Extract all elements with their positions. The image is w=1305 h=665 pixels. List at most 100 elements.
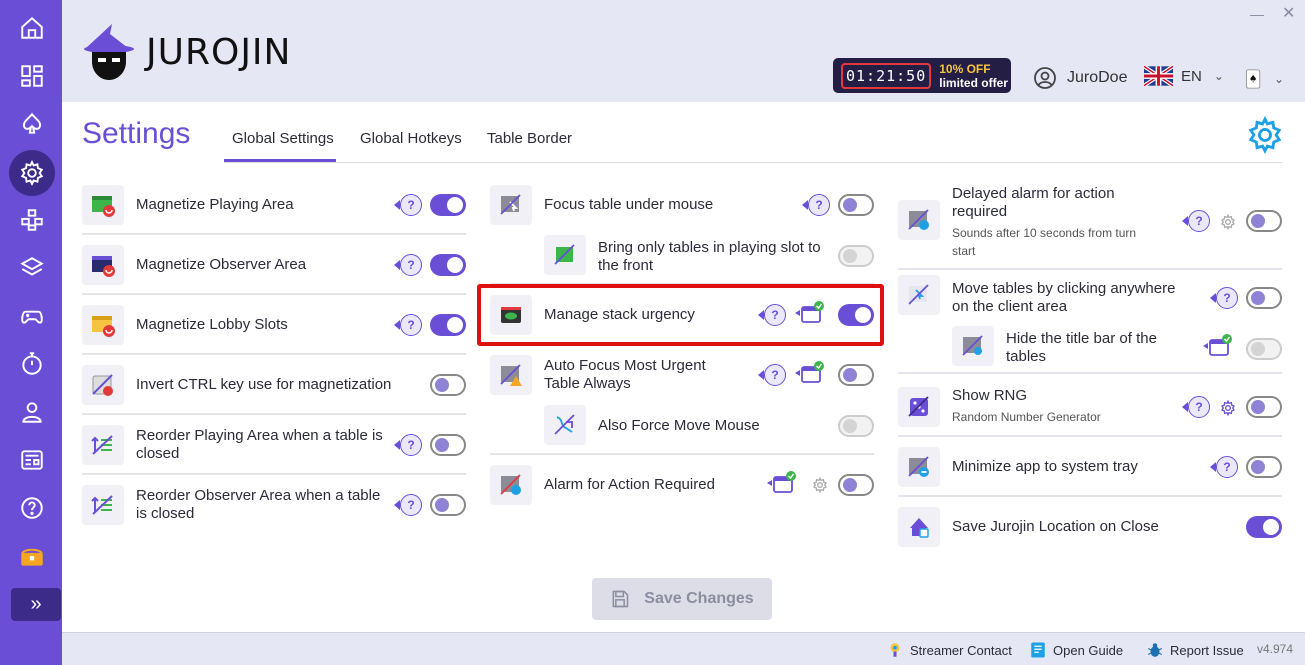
uk-flag-icon [1144, 66, 1173, 86]
toggle-switch[interactable] [1246, 338, 1282, 360]
tab-global-hotkeys[interactable]: Global Hotkeys [360, 130, 462, 147]
tab-table-border[interactable]: Table Border [487, 130, 572, 147]
home-icon [21, 16, 43, 39]
help-icon: ? [400, 194, 422, 216]
sidebar-item-home[interactable] [9, 6, 55, 50]
rng-dice-icon [898, 387, 940, 427]
toggle-switch[interactable] [430, 194, 466, 216]
language-selector[interactable]: EN ⌄ [1144, 66, 1224, 86]
dashboard-icon [21, 65, 43, 87]
sidebar-item-settings[interactable] [9, 150, 55, 196]
help-button[interactable]: ? [758, 363, 786, 387]
promo-timer: 01:21:50 [841, 62, 932, 89]
cards-menu[interactable]: ⌄ [1244, 66, 1284, 92]
toggle-switch[interactable] [838, 194, 874, 216]
setting-save-location: Save Jurojin Location on Close [898, 497, 1282, 557]
setting-delayed-alarm: Delayed alarm for action required Sounds… [898, 182, 1282, 270]
help-button[interactable]: ? [802, 193, 830, 217]
help-button[interactable]: ? [394, 433, 422, 457]
toggle-switch[interactable] [838, 245, 874, 267]
floppy-disk-icon [612, 590, 629, 608]
setting-label: Focus table under mouse [544, 196, 714, 213]
sidebar-item-layers[interactable] [9, 246, 55, 290]
sidebar-item-profile[interactable] [9, 390, 55, 434]
user-menu[interactable]: JuroDoe [1033, 66, 1127, 90]
user-name: JuroDoe [1067, 69, 1128, 86]
open-guide-link[interactable]: Open Guide [1029, 641, 1123, 659]
sidebar-item-help[interactable] [9, 486, 55, 530]
chevron-down-icon: ⌄ [1213, 69, 1224, 83]
setting-description: Sounds after 10 seconds from turn start [952, 226, 1137, 258]
sidebar-item-news[interactable] [9, 438, 55, 482]
toggle-switch[interactable] [430, 494, 466, 516]
gear-icon[interactable] [812, 477, 828, 493]
help-button[interactable]: ? [394, 313, 422, 337]
toggle-switch[interactable] [838, 415, 874, 437]
help-icon: ? [808, 194, 830, 216]
settings-content: Settings Global Settings Global Hotkeys … [62, 102, 1305, 632]
help-button[interactable]: ? [1210, 455, 1238, 479]
active-tab-indicator [224, 159, 336, 162]
setting-move-tables-click: Move tables by clicking anywhere on the … [898, 270, 1282, 320]
setting-label: Auto Focus Most Urgent Table Always [544, 357, 706, 392]
magnet-window-blue-icon [82, 245, 124, 285]
toggle-switch[interactable] [430, 254, 466, 276]
help-button[interactable]: ? [1182, 209, 1210, 233]
toggle-switch[interactable] [1246, 396, 1282, 418]
toggle-switch[interactable] [1246, 516, 1282, 538]
setting-label: Save Jurojin Location on Close [952, 518, 1159, 535]
toggle-switch[interactable] [1246, 456, 1282, 478]
help-button[interactable]: ? [394, 253, 422, 277]
sidebar-item-dashboard[interactable] [9, 54, 55, 98]
sidebar-item-games[interactable] [9, 294, 55, 338]
setting-label: Delayed alarm for action required [952, 185, 1115, 220]
setting-label: Move tables by clicking anywhere on the … [952, 280, 1176, 315]
toggle-switch[interactable] [430, 434, 466, 456]
streamer-contact-link[interactable]: Streamer Contact [886, 641, 1012, 659]
gear-icon [20, 160, 44, 186]
report-issue-link[interactable]: Report Issue [1146, 641, 1244, 659]
window-front-icon [544, 235, 586, 275]
streamer-icon [890, 643, 900, 657]
sidebar-item-timer[interactable] [9, 342, 55, 386]
sidebar-expand-button[interactable]: » [11, 588, 61, 621]
gear-icon[interactable] [1246, 116, 1284, 154]
version-label: v4.974 [1257, 642, 1294, 656]
help-button[interactable]: ? [394, 493, 422, 517]
chevron-down-icon: ⌄ [1273, 72, 1284, 86]
promo-banner[interactable]: 01:21:50 10% OFF limited offer [833, 58, 1011, 93]
language-code: EN [1181, 67, 1202, 85]
help-button[interactable]: ? [394, 193, 422, 217]
bug-icon [1147, 643, 1163, 657]
gear-icon[interactable] [1220, 400, 1236, 416]
gear-icon[interactable] [1220, 214, 1236, 230]
highlight-box [477, 284, 884, 346]
window-check-icon [795, 361, 824, 383]
toggle-switch[interactable] [1246, 287, 1282, 309]
minimize-button[interactable]: — [1250, 6, 1264, 22]
gamepad-icon [21, 310, 43, 324]
toggle-switch[interactable] [838, 364, 874, 386]
sidebar-item-rewards[interactable] [9, 534, 55, 578]
help-button[interactable]: ? [1210, 286, 1238, 310]
ctrl-key-icon [82, 365, 124, 405]
sidebar-item-poker[interactable] [9, 102, 55, 146]
help-icon: ? [1188, 210, 1210, 232]
toggle-switch[interactable] [1246, 210, 1282, 232]
close-button[interactable]: ✕ [1282, 3, 1295, 23]
toggle-switch[interactable] [430, 314, 466, 336]
help-button[interactable]: ? [1182, 395, 1210, 419]
sidebar-item-layout[interactable] [9, 198, 55, 242]
toggle-switch[interactable] [838, 474, 874, 496]
save-changes-button[interactable]: Save Changes [592, 578, 772, 620]
setting-label: Alarm for Action Required [544, 476, 715, 493]
title-bar-icon [952, 326, 994, 366]
toggle-switch[interactable] [430, 374, 466, 396]
setting-force-move-mouse: Also Force Move Mouse [490, 395, 874, 455]
promo-subtitle: limited offer [939, 75, 1008, 90]
tab-global-settings[interactable]: Global Settings [232, 130, 334, 147]
main-window: JUROJIN — ✕ 01:21:50 10% OFF limited off… [62, 0, 1305, 665]
treasure-chest-icon [21, 548, 43, 566]
app-logo: JUROJIN [82, 20, 291, 84]
alarm-icon [490, 465, 532, 505]
